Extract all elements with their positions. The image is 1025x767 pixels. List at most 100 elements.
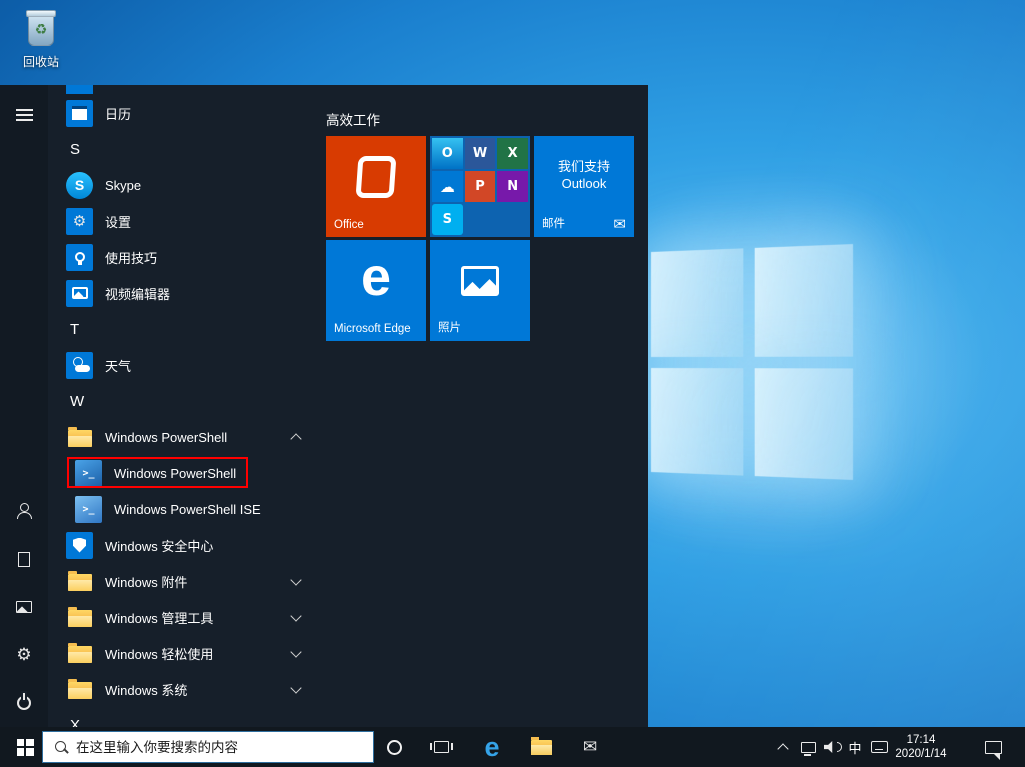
file-explorer-button[interactable]: [528, 727, 554, 767]
chevron-down-icon: [290, 682, 301, 693]
skype-icon: S: [432, 204, 463, 235]
folder-glyph: [68, 610, 92, 627]
recycle-bin-icon: ♻: [28, 14, 54, 46]
onedrive-icon: ☁: [432, 171, 463, 202]
skype-icon: S: [66, 172, 93, 199]
tile-microsoft-edge[interactable]: e Microsoft Edge: [326, 240, 426, 341]
folder-item-windows-powershell[interactable]: Windows PowerShell: [48, 419, 326, 455]
settings-button[interactable]: ⚙: [0, 631, 48, 679]
windows-wallpaper-logo: [651, 244, 853, 480]
app-item-weather[interactable]: 天气: [48, 347, 326, 383]
folder-item-windows-system[interactable]: Windows 系统: [48, 671, 326, 707]
documents-button[interactable]: [0, 535, 48, 583]
mail-taskbar-button[interactable]: ✉: [577, 727, 603, 767]
chevron-down-icon: [290, 646, 301, 657]
logo-pane: [754, 368, 853, 480]
app-item-video-editor[interactable]: 视频编辑器: [48, 275, 326, 311]
network-tray-button[interactable]: [796, 727, 820, 767]
word-icon: W: [465, 138, 496, 169]
clock-tray[interactable]: 17:14 2020/1/14: [889, 727, 953, 767]
logo-pane: [651, 248, 743, 356]
network-icon: [801, 742, 816, 753]
tile-office-folder[interactable]: O W X ☁ P N S: [430, 136, 530, 237]
mail-promo-line1: 我们支持: [534, 158, 634, 175]
tile-office[interactable]: Office: [326, 136, 426, 237]
app-item-windows-powershell[interactable]: >_ Windows PowerShell: [48, 455, 326, 491]
expand-menu-button[interactable]: [0, 91, 48, 139]
action-center-button[interactable]: [978, 727, 1008, 767]
tile-label: Office: [334, 219, 364, 231]
power-button[interactable]: [0, 679, 48, 727]
edge-taskbar-button[interactable]: e: [479, 727, 505, 767]
chevron-up-icon: [290, 433, 301, 444]
ime-indicator[interactable]: 中: [844, 727, 866, 767]
chevron-down-icon: [290, 574, 301, 585]
excel-icon: X: [497, 138, 528, 169]
recycle-glyph: ♻: [35, 22, 48, 38]
user-icon: [16, 503, 32, 519]
section-letter: T: [70, 321, 79, 338]
onenote-icon: N: [497, 171, 528, 202]
mail-promo-line2: Outlook: [534, 175, 634, 192]
empty-cell: [497, 204, 528, 235]
section-letter: S: [70, 141, 80, 158]
pictures-button[interactable]: [0, 583, 48, 631]
empty-cell: [465, 204, 496, 235]
search-input[interactable]: [76, 740, 365, 755]
user-button[interactable]: [0, 487, 48, 535]
sound-wave-icon: [837, 742, 842, 752]
task-view-button[interactable]: [428, 727, 454, 767]
volume-tray-button[interactable]: [821, 727, 845, 767]
tray-date: 2020/1/14: [895, 747, 946, 761]
app-item-skype[interactable]: S Skype: [48, 167, 326, 203]
calendar-glyph: [72, 106, 87, 120]
calendar-icon: [66, 100, 93, 127]
envelope-icon: ✉: [583, 737, 597, 757]
app-label: Windows 系统: [105, 680, 187, 699]
speaker-icon: [824, 741, 835, 753]
taskbar-search-box[interactable]: [42, 731, 374, 763]
envelope-icon: ✉: [613, 215, 626, 233]
folder-glyph: [68, 682, 92, 699]
prompt-glyph: >_: [82, 468, 94, 479]
chevron-up-icon: [777, 743, 788, 754]
app-item-windows-security[interactable]: Windows 安全中心: [48, 527, 326, 563]
shield-icon: [66, 532, 93, 559]
tray-overflow-button[interactable]: [772, 727, 794, 767]
tile-area: 高效工作 Office O W X ☁ P N S 我们支持 Outlook 邮…: [326, 85, 648, 727]
tile-label: 邮件: [542, 215, 565, 231]
section-header-x[interactable]: X: [48, 707, 326, 727]
section-letter: X: [70, 717, 80, 728]
app-item-windows-powershell-ise[interactable]: >_ Windows PowerShell ISE: [48, 491, 326, 527]
app-label: Windows 轻松使用: [105, 644, 213, 663]
app-label: 天气: [105, 356, 131, 375]
section-header-t[interactable]: T: [48, 311, 326, 347]
tile-group-title[interactable]: 高效工作: [326, 109, 380, 129]
edge-icon: e: [484, 734, 499, 761]
cortana-button[interactable]: [381, 727, 407, 767]
app-item-settings[interactable]: ⚙ 设置: [48, 203, 326, 239]
folder-glyph: [68, 574, 92, 591]
section-header-s[interactable]: S: [48, 131, 326, 167]
app-label: 使用技巧: [105, 248, 157, 267]
power-icon: [17, 696, 31, 710]
section-letter: W: [70, 393, 84, 410]
app-label: Windows 附件: [105, 572, 187, 591]
weather-icon: [66, 352, 93, 379]
recycle-bin-shortcut[interactable]: ♻ 回收站: [14, 8, 68, 70]
folder-glyph: [68, 646, 92, 663]
folder-item-windows-accessories[interactable]: Windows 附件: [48, 563, 326, 599]
taskbar: e ✉ 中 17:14 2020/1/14: [0, 727, 1025, 767]
app-item-tips[interactable]: 使用技巧: [48, 239, 326, 275]
tile-mail[interactable]: 我们支持 Outlook 邮件 ✉: [534, 136, 634, 237]
folder-item-windows-ease-of-access[interactable]: Windows 轻松使用: [48, 635, 326, 671]
touch-keyboard-button[interactable]: [867, 727, 891, 767]
start-button[interactable]: [8, 727, 42, 767]
start-menu: ⚙ 日历 S S Skype ⚙ 设置 使用技巧 视频编辑器 T: [0, 85, 648, 727]
tile-photos[interactable]: 照片: [430, 240, 530, 341]
app-label: Windows 管理工具: [105, 608, 213, 627]
app-item-calendar[interactable]: 日历: [48, 95, 326, 131]
folder-icon: [66, 640, 93, 667]
folder-item-windows-admin-tools[interactable]: Windows 管理工具: [48, 599, 326, 635]
section-header-w[interactable]: W: [48, 383, 326, 419]
